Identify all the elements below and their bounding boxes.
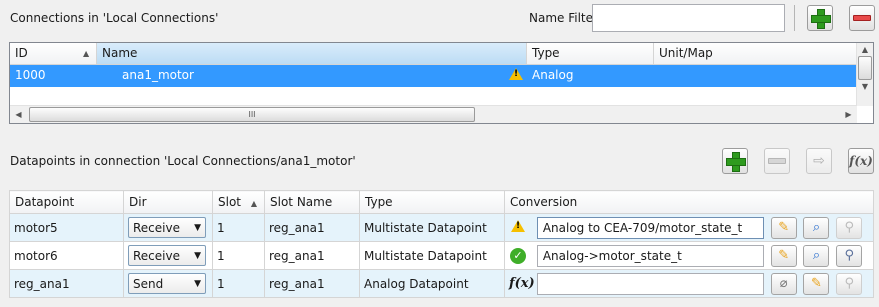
export-icon: ⇨ [813,153,825,169]
scroll-down-icon[interactable]: ▼ [857,82,873,91]
edit-conversion-button[interactable]: ✎ [770,244,797,267]
direction-dropdown[interactable]: Receive ▼ [128,245,206,266]
datapoint-type: Multistate Datapoint [359,241,505,270]
plug-icon: ⚲ [844,220,855,235]
magnifier-icon: ⌕ [812,248,821,263]
conversion-field[interactable]: Analog->motor_state_t [536,244,764,267]
slot-value: 1 [212,269,265,298]
paperclip-icon: ⌀ [779,276,788,291]
chevron-down-icon: ▼ [194,278,201,289]
column-header-type[interactable]: Type [359,190,505,214]
attach-button[interactable]: ⌀ [770,272,797,295]
column-header-slot-name[interactable]: Slot Name [264,190,360,214]
sort-ascending-icon: ▲ [83,49,90,58]
column-header-slot[interactable]: Slot ▲ [212,190,265,214]
datapoint-row[interactable]: reg_ana1 Send ▼ 1 reg_ana1 Analog Datapo… [9,269,874,298]
plus-icon [726,152,746,172]
datapoint-row[interactable]: motor5 Receive ▼ 1 reg_ana1 Multistate D… [9,213,874,242]
scroll-right-icon[interactable]: ▶ [840,110,857,119]
remove-connection-button[interactable] [849,5,875,31]
warning-icon [509,220,527,235]
scroll-up-icon[interactable]: ▲ [857,43,873,54]
connection-type: Analog [532,68,574,82]
horizontal-scroll-thumb[interactable]: III [29,107,475,122]
slot-name: reg_ana1 [264,241,360,270]
column-header-dir[interactable]: Dir [123,190,213,214]
conversion-field[interactable] [536,272,764,295]
slot-value: 1 [212,213,265,242]
slot-value: 1 [212,241,265,270]
add-connection-button[interactable] [807,5,833,31]
datapoint-name: motor5 [9,213,124,242]
pencil-icon: ✎ [778,220,790,235]
column-header-type[interactable]: Type [527,43,654,64]
name-filter-label: Name Filter [529,11,598,25]
horizontal-scrollbar[interactable]: ◀ III ▶ [10,105,857,123]
column-header-conversion[interactable]: Conversion [504,190,874,214]
slot-name: reg_ana1 [264,213,360,242]
chevron-down-icon: ▼ [194,222,201,233]
edit-conversion-button[interactable]: ✎ [770,216,797,239]
datapoints-title: Datapoints in connection 'Local Connecti… [10,154,356,168]
conversion-field[interactable]: Analog to CEA-709/motor_state_t [536,216,764,239]
datapoint-row[interactable]: motor6 Receive ▼ 1 reg_ana1 Multistate D… [9,241,874,270]
add-datapoint-button[interactable] [722,148,748,174]
datapoints-table: Datapoint Dir Slot ▲ Slot Name Type Conv… [9,190,874,298]
connections-header-row: ID ▲ Name Type Unit/Map [10,43,857,65]
sort-ascending-icon: ▲ [250,199,257,208]
column-header-name[interactable]: ▲ Name [83,43,527,64]
scroll-left-icon[interactable]: ◀ [10,110,27,119]
pencil-icon: ✎ [811,276,822,291]
connections-table: ID ▲ Name Type Unit/Map 1000 ana1_motor … [9,42,874,124]
check-circle-icon: ✓ [509,247,527,264]
datapoint-name: motor6 [9,241,124,270]
datapoint-type: Multistate Datapoint [359,213,505,242]
name-filter-input[interactable] [592,4,785,32]
datapoints-header-row: Datapoint Dir Slot ▲ Slot Name Type Conv… [9,190,874,214]
chevron-down-icon: ▼ [194,250,201,261]
plus-icon [811,9,831,29]
minus-icon [853,15,871,21]
magnifier-icon: ⌕ [812,220,821,235]
function-icon: f(x) [849,154,873,168]
direction-dropdown[interactable]: Receive ▼ [128,217,206,238]
column-header-datapoint[interactable]: Datapoint [9,190,124,214]
connect-button[interactable]: ⚲ [836,272,863,295]
plug-icon: ⚲ [844,248,855,263]
connection-id: 1000 [15,68,46,82]
toolbar-separator [794,5,795,31]
remove-datapoint-button[interactable] [764,148,790,174]
warning-icon [497,65,527,87]
connect-button[interactable]: ⚲ [836,216,863,239]
column-header-unit-map[interactable]: Unit/Map [654,43,857,64]
vertical-scrollbar[interactable]: ▲ ▼ [856,43,873,106]
slot-name: reg_ana1 [264,269,360,298]
connection-row[interactable]: 1000 ana1_motor Analog [10,65,857,87]
connections-title: Connections in 'Local Connections' [10,11,219,25]
vertical-scroll-thumb[interactable] [858,56,872,80]
plug-icon: ⚲ [844,276,855,291]
connect-button[interactable]: ⚲ [836,244,863,267]
function-icon: f(x) [509,276,535,291]
datapoint-type: Analog Datapoint [359,269,505,298]
pencil-icon: ✎ [778,248,790,263]
minus-icon [768,158,786,164]
search-conversion-button[interactable]: ⌕ [803,216,830,239]
connection-unit-map [654,65,857,87]
connection-name: ana1_motor [122,68,194,82]
function-button[interactable]: f(x) [848,148,874,174]
datapoint-name: reg_ana1 [9,269,124,298]
search-conversion-button[interactable]: ⌕ [803,244,830,267]
direction-dropdown[interactable]: Send ▼ [128,273,206,294]
edit-conversion-button[interactable]: ✎ [803,272,830,295]
export-datapoint-button[interactable]: ⇨ [806,148,832,174]
